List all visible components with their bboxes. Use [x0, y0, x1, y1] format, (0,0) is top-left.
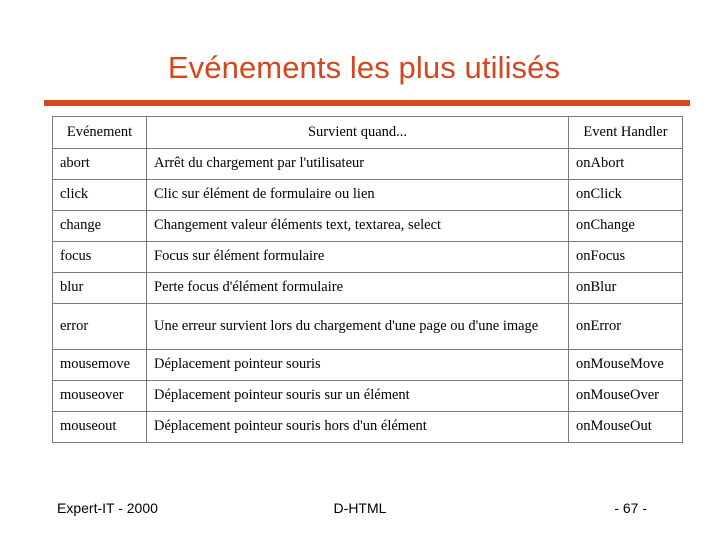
table-row: error Une erreur survient lors du charge… [52, 303, 683, 350]
slide-footer: Expert-IT - 2000 D-HTML - 67 - [0, 498, 720, 522]
footer-page-number: - 67 - [614, 500, 647, 516]
cell-event: error [52, 303, 147, 350]
slide-canvas: Evénements les plus utilisés Evénement S… [0, 0, 720, 540]
cell-handler: onError [568, 303, 683, 350]
table-row: abort Arrêt du chargement par l'utilisat… [52, 148, 683, 180]
cell-event: click [52, 179, 147, 211]
table-row: change Changement valeur éléments text, … [52, 210, 683, 242]
cell-handler: onMouseOver [568, 380, 683, 412]
cell-description: Focus sur élément formulaire [146, 241, 569, 273]
cell-event: focus [52, 241, 147, 273]
table-row: click Clic sur élément de formulaire ou … [52, 179, 683, 211]
cell-handler: onBlur [568, 272, 683, 304]
cell-description: Déplacement pointeur souris [146, 349, 569, 381]
cell-description: Déplacement pointeur souris hors d'un él… [146, 411, 569, 443]
cell-handler: onFocus [568, 241, 683, 273]
cell-description: Clic sur élément de formulaire ou lien [146, 179, 569, 211]
table-header-row: Evénement Survient quand... Event Handle… [52, 116, 683, 149]
column-header-description: Survient quand... [146, 116, 569, 149]
table-row: mouseover Déplacement pointeur souris su… [52, 380, 683, 412]
cell-event: mousemove [52, 349, 147, 381]
cell-event: abort [52, 148, 147, 180]
cell-description: Déplacement pointeur souris sur un éléme… [146, 380, 569, 412]
cell-handler: onAbort [568, 148, 683, 180]
cell-description: Changement valeur éléments text, textare… [146, 210, 569, 242]
title-divider [44, 100, 690, 106]
cell-event: change [52, 210, 147, 242]
table-row: mouseout Déplacement pointeur souris hor… [52, 411, 683, 443]
cell-handler: onMouseMove [568, 349, 683, 381]
column-header-event: Evénement [52, 116, 147, 149]
cell-description: Une erreur survient lors du chargement d… [146, 303, 569, 350]
cell-description: Arrêt du chargement par l'utilisateur [146, 148, 569, 180]
cell-event: mouseover [52, 380, 147, 412]
events-table-container: Evénement Survient quand... Event Handle… [52, 116, 683, 443]
table-row: focus Focus sur élément formulaire onFoc… [52, 241, 683, 273]
footer-topic: D-HTML [333, 500, 387, 516]
cell-event: blur [52, 272, 147, 304]
cell-handler: onChange [568, 210, 683, 242]
column-header-handler: Event Handler [568, 116, 683, 149]
table-row: mousemove Déplacement pointeur souris on… [52, 349, 683, 381]
table-row: blur Perte focus d'élément formulaire on… [52, 272, 683, 304]
cell-event: mouseout [52, 411, 147, 443]
events-table-body: abort Arrêt du chargement par l'utilisat… [52, 148, 683, 443]
cell-handler: onClick [568, 179, 683, 211]
page-title: Evénements les plus utilisés [167, 50, 561, 85]
cell-handler: onMouseOut [568, 411, 683, 443]
cell-description: Perte focus d'élément formulaire [146, 272, 569, 304]
events-table: Evénement Survient quand... Event Handle… [52, 116, 683, 443]
